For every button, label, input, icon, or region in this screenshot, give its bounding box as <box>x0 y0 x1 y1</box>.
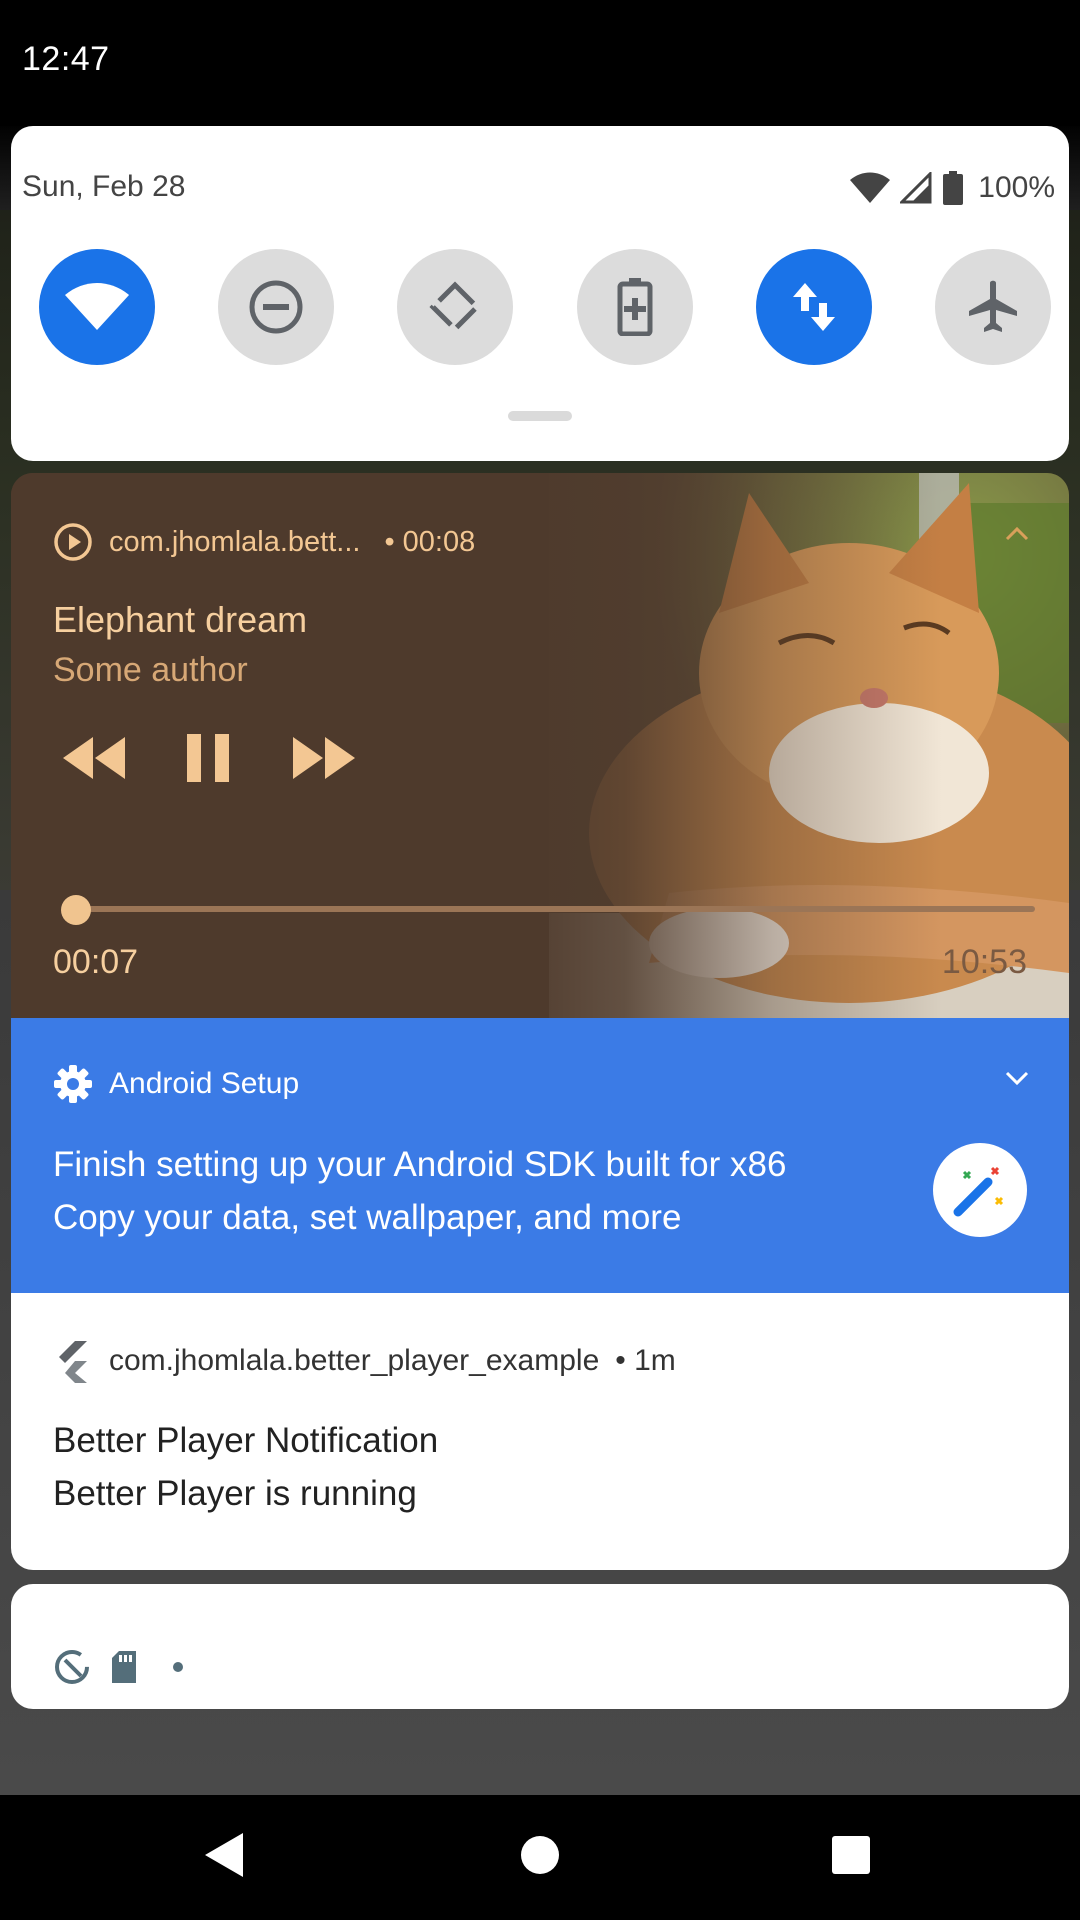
gear-icon <box>54 1065 92 1103</box>
qs-status-icons: 100% <box>850 168 1055 208</box>
media-notification[interactable]: com.jhomlala.bett... • 00:08 Elephant dr… <box>11 473 1069 1018</box>
sd-card-icon <box>112 1651 136 1683</box>
tile-wifi[interactable] <box>39 249 155 365</box>
do-not-disturb-icon <box>249 280 303 334</box>
setup-badge <box>933 1143 1027 1237</box>
bp-title: Better Player Notification <box>53 1421 439 1460</box>
bp-time: • 1m <box>615 1344 676 1377</box>
play-circle-icon <box>54 523 92 561</box>
recents-icon[interactable] <box>830 1831 872 1879</box>
battery-saver-icon <box>617 278 653 336</box>
media-elapsed: • 00:08 <box>384 525 476 558</box>
qs-drag-handle[interactable] <box>508 411 572 421</box>
setup-text: Copy your data, set wallpaper, and more <box>53 1198 682 1237</box>
media-author: Some author <box>53 651 248 689</box>
tile-do-not-disturb[interactable] <box>218 249 335 365</box>
seek-thumb[interactable] <box>60 895 91 925</box>
battery-icon <box>943 171 964 205</box>
auto-rotate-icon <box>429 281 481 333</box>
data-saver-icon <box>55 1650 89 1684</box>
media-controls <box>61 728 357 788</box>
rewind-icon[interactable] <box>61 735 127 781</box>
setup-notification[interactable]: Android Setup Finish setting up your And… <box>11 1018 1069 1293</box>
pause-icon[interactable] <box>185 732 233 784</box>
more-notifications-dot <box>173 1662 183 1672</box>
shelf-icons <box>53 1646 183 1688</box>
setup-app-name: Android Setup <box>109 1067 300 1100</box>
quick-settings-panel: Sun, Feb 28 100% <box>11 126 1069 461</box>
qs-date[interactable]: Sun, Feb 28 <box>22 170 185 204</box>
better-player-notification[interactable]: com.jhomlala.better_player_example • 1m … <box>11 1293 1069 1570</box>
tile-airplane-mode[interactable] <box>934 249 1051 365</box>
mobile-data-icon <box>792 283 835 331</box>
bp-header: com.jhomlala.better_player_example • 1m <box>53 1339 676 1383</box>
tile-mobile-data[interactable] <box>755 249 872 365</box>
setup-header: Android Setup <box>53 1062 299 1106</box>
status-bar: 12:47 <box>0 0 1080 126</box>
fast-forward-icon[interactable] <box>291 735 357 781</box>
chevron-up-icon[interactable] <box>1003 523 1031 543</box>
media-app-name: com.jhomlala.bett... <box>109 525 361 558</box>
back-icon[interactable] <box>203 1831 245 1879</box>
chevron-down-icon[interactable] <box>1003 1068 1031 1088</box>
status-time: 12:47 <box>22 40 110 78</box>
cell-signal-icon <box>900 172 932 204</box>
home-icon[interactable] <box>519 1831 561 1879</box>
bp-app-name: com.jhomlala.better_player_example <box>109 1344 600 1377</box>
battery-percent: 100% <box>978 171 1055 204</box>
wifi-signal-icon <box>850 172 891 203</box>
media-header: com.jhomlala.bett... • 00:08 <box>53 520 475 564</box>
silent-notifications-shelf[interactable] <box>11 1584 1069 1709</box>
airplane-icon <box>968 280 1017 332</box>
wifi-icon <box>65 283 129 330</box>
media-duration: 10:53 <box>941 943 1027 981</box>
tile-auto-rotate[interactable] <box>397 249 514 365</box>
bp-text: Better Player is running <box>53 1474 417 1513</box>
flutter-icon <box>59 1341 87 1383</box>
tile-battery-saver[interactable] <box>576 249 693 365</box>
qs-tiles <box>39 249 1051 367</box>
magic-wand-icon <box>953 1166 1004 1217</box>
media-position: 00:07 <box>53 943 139 981</box>
media-title: Elephant dream <box>53 599 308 640</box>
seek-bar[interactable] <box>65 906 1035 912</box>
navigation-bar <box>0 1795 1080 1920</box>
setup-title: Finish setting up your Android SDK built… <box>53 1145 787 1184</box>
